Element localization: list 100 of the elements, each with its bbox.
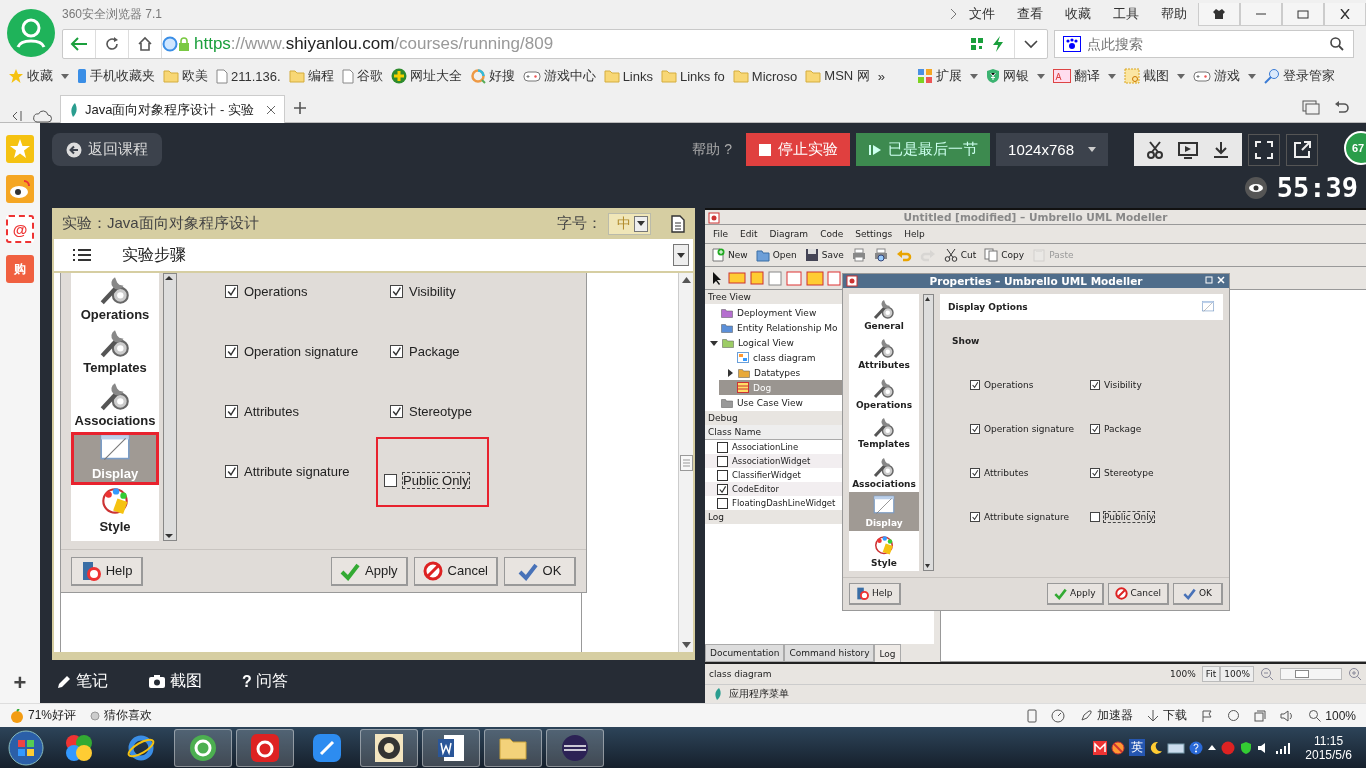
skin-button[interactable]: [1198, 2, 1240, 26]
external-window-button[interactable]: [1286, 133, 1318, 166]
collapsed-arrow-icon[interactable]: [726, 368, 734, 377]
flag-icon[interactable]: [1201, 709, 1214, 722]
bookmark[interactable]: 211.136.: [216, 68, 281, 84]
back-button[interactable]: 返回课程: [52, 133, 162, 166]
checkbox[interactable]: [384, 473, 397, 487]
extension-button[interactable]: 翻译: [1053, 67, 1117, 85]
menu-item[interactable]: 收藏: [1054, 5, 1102, 23]
lightning-icon[interactable]: [992, 36, 1004, 52]
browser-tab[interactable]: Java面向对象程序设计 - 实验: [60, 95, 285, 123]
bookmark[interactable]: 欧美: [163, 67, 208, 85]
speedometer-icon[interactable]: [1051, 708, 1066, 723]
feather-icon[interactable]: [312, 732, 342, 763]
menu-item[interactable]: Help: [904, 229, 925, 239]
bookmark[interactable]: 谷歌: [341, 67, 383, 85]
extension-button[interactable]: 扩展: [917, 67, 979, 85]
qr-code-icon[interactable]: [970, 37, 984, 51]
bookmark[interactable]: Links fo: [661, 68, 725, 84]
menu-item[interactable]: 帮助: [1150, 5, 1198, 23]
speed-button[interactable]: 加速器: [1079, 707, 1134, 724]
list-icon[interactable]: [72, 247, 92, 263]
reload-icon[interactable]: [104, 36, 120, 52]
mail-icon[interactable]: [1093, 740, 1108, 755]
page-list-item[interactable]: Operations: [71, 273, 159, 326]
page-list-item[interactable]: Style: [849, 531, 919, 571]
input-method-indicator[interactable]: 英: [1129, 739, 1146, 756]
open-button[interactable]: Open: [755, 248, 797, 262]
arrow-down-icon[interactable]: [681, 642, 691, 648]
window-icon[interactable]: [1302, 99, 1320, 116]
window-icon[interactable]: [1254, 709, 1267, 722]
bookmark[interactable]: Links: [603, 68, 653, 84]
keyboard-icon[interactable]: [1167, 740, 1186, 755]
checkbox[interactable]: [970, 380, 980, 390]
menu-item[interactable]: 文件: [958, 5, 1006, 23]
checkbox[interactable]: [1090, 424, 1100, 434]
bookmark[interactable]: Microso: [732, 68, 798, 84]
collapse-sidebar-icon[interactable]: [10, 109, 24, 123]
help-link[interactable]: 帮助 ?: [692, 140, 733, 159]
question-button[interactable]: ? 问答: [242, 671, 288, 692]
ok-button[interactable]: OK: [1173, 582, 1223, 605]
download-icon[interactable]: [1212, 140, 1230, 159]
fit-button[interactable]: Fit: [1201, 666, 1221, 682]
scrollbar[interactable]: [678, 273, 693, 652]
checkbox[interactable]: [1090, 512, 1100, 522]
maximize-icon[interactable]: [1205, 276, 1213, 284]
home-icon[interactable]: [137, 36, 153, 52]
stop-button[interactable]: 停止实验: [746, 133, 851, 166]
print-button[interactable]: [851, 248, 866, 262]
extension-button[interactable]: 网银: [986, 67, 1046, 85]
help-icon[interactable]: [1189, 740, 1204, 755]
panel-tab[interactable]: Documentation: [705, 644, 785, 662]
checkbox[interactable]: [970, 424, 980, 434]
zoom-slider[interactable]: [1280, 668, 1342, 680]
add-button[interactable]: +: [6, 669, 34, 697]
page-list-item[interactable]: Templates: [71, 326, 159, 379]
cancel-button[interactable]: Cancel: [1107, 582, 1169, 605]
mail-icon[interactable]: @: [6, 215, 34, 243]
rating-link[interactable]: 71%好评: [10, 707, 77, 724]
avatar-icon[interactable]: [7, 9, 55, 57]
apply-button[interactable]: Apply: [1047, 582, 1104, 605]
checkbox[interactable]: [390, 284, 403, 298]
shield-icon[interactable]: [1239, 740, 1254, 755]
no-entry-icon[interactable]: [1111, 740, 1126, 755]
close-button[interactable]: [1324, 2, 1366, 26]
moon-icon[interactable]: [1149, 740, 1164, 755]
more-bookmarks-button[interactable]: »: [877, 68, 886, 84]
scissors-icon[interactable]: [1146, 140, 1164, 159]
checkbox[interactable]: [717, 497, 728, 509]
extension-button[interactable]: 游戏: [1193, 67, 1257, 85]
checkbox[interactable]: [717, 455, 728, 467]
scrollbar[interactable]: [923, 294, 934, 571]
preview-button[interactable]: [873, 248, 888, 262]
menu-item[interactable]: 工具: [1102, 5, 1150, 23]
arrow-up-icon[interactable]: [924, 295, 931, 303]
cloud-icon[interactable]: [32, 109, 52, 123]
help-button[interactable]: Help: [849, 582, 901, 605]
paw-icon[interactable]: [1063, 36, 1081, 52]
arrow-down-icon[interactable]: [924, 561, 931, 570]
eclipse-icon[interactable]: [560, 732, 590, 763]
start-button-icon[interactable]: [6, 728, 46, 767]
arrow-up-icon[interactable]: [164, 274, 174, 282]
page-list-item[interactable]: Associations: [71, 379, 159, 432]
checkbox[interactable]: [717, 469, 728, 481]
chevron-down-icon[interactable]: [1024, 39, 1038, 49]
copy-button[interactable]: Copy: [984, 248, 1025, 262]
menu-item[interactable]: Edit: [740, 229, 758, 239]
cancel-button[interactable]: Cancel: [413, 556, 498, 586]
new-tab-icon[interactable]: [293, 100, 307, 115]
screen-share-icon[interactable]: [1178, 140, 1198, 159]
app-menu-button[interactable]: 应用程序菜单: [729, 687, 789, 701]
slider-thumb[interactable]: [1294, 670, 1309, 678]
bookmark[interactable]: 编程: [288, 67, 334, 85]
download-button[interactable]: 下载: [1147, 707, 1188, 724]
bookmark[interactable]: MSN 网: [805, 67, 870, 85]
signal-icon[interactable]: [1275, 741, 1292, 754]
phone-icon[interactable]: [1027, 708, 1038, 723]
checkbox[interactable]: [717, 483, 728, 495]
arrow-down-icon[interactable]: [164, 532, 174, 540]
apply-button[interactable]: Apply: [331, 556, 408, 586]
